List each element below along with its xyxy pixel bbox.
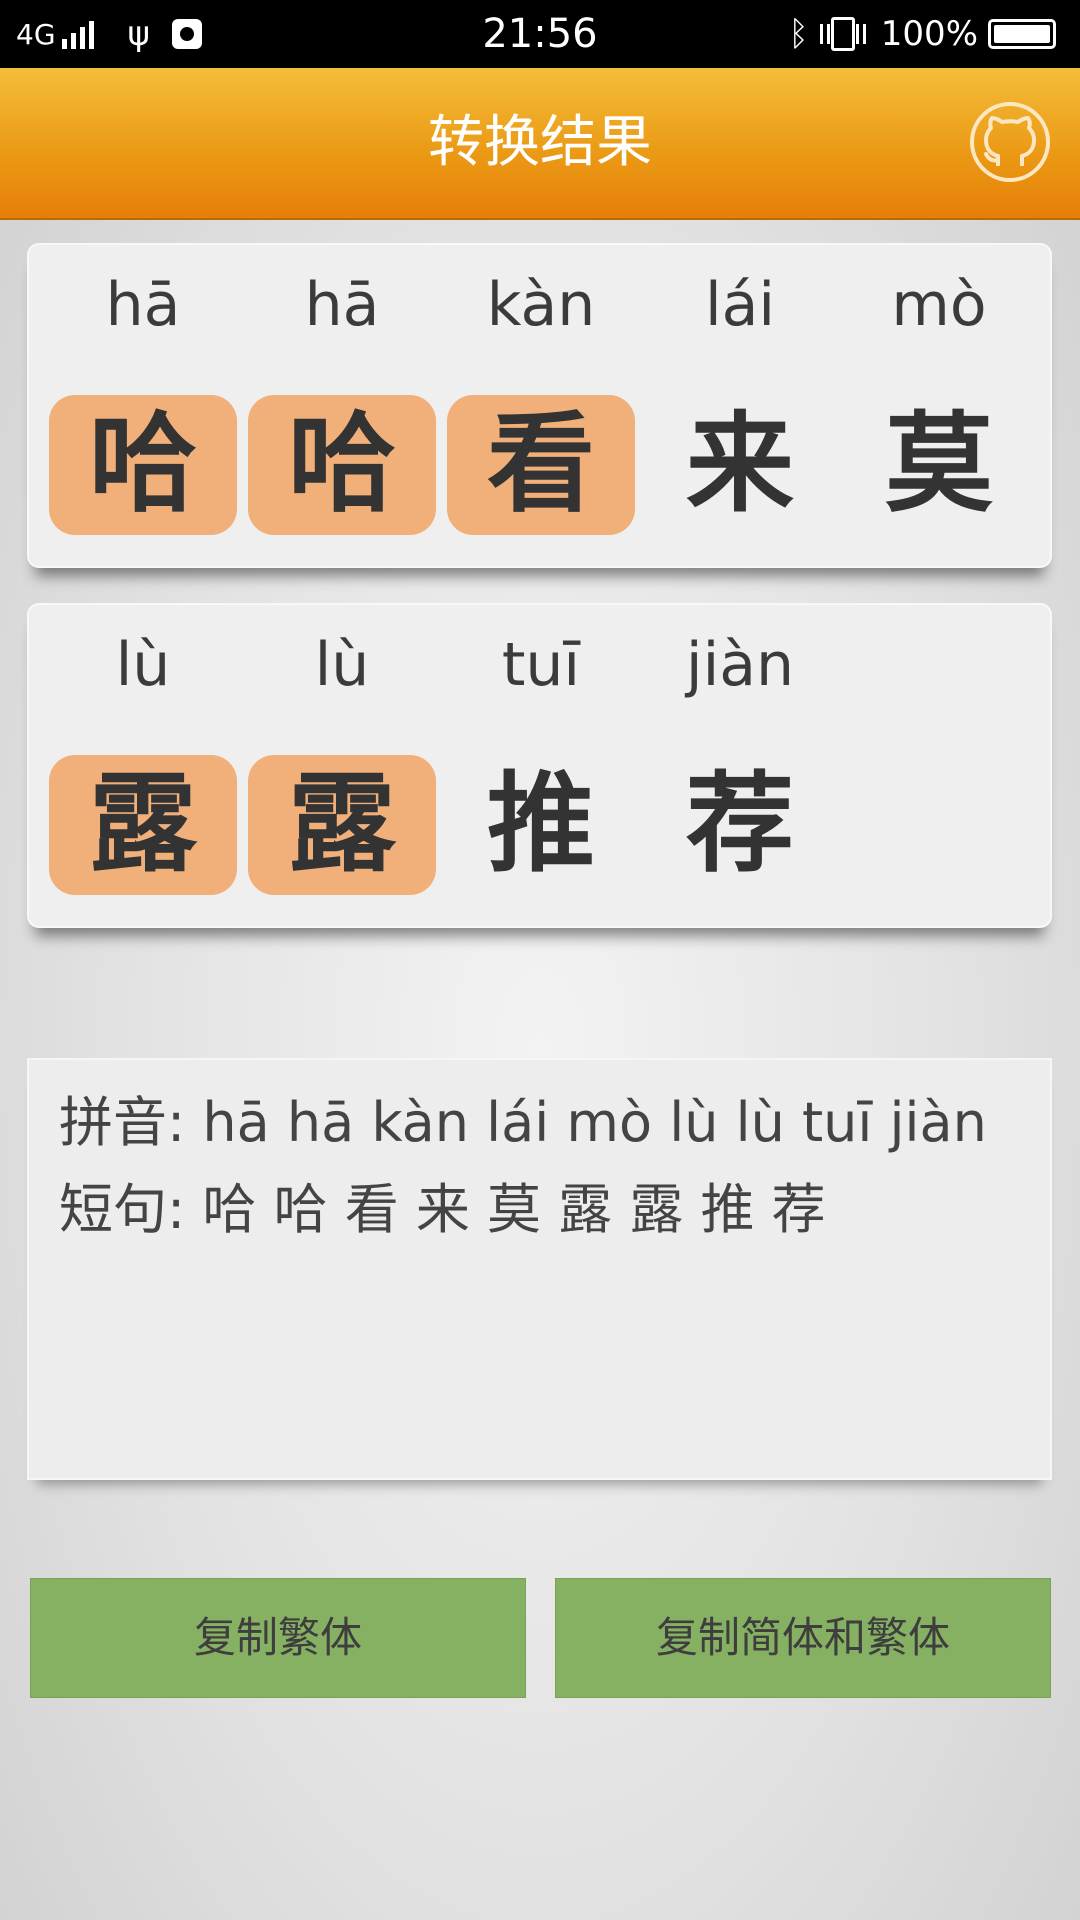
vibrate-icon	[819, 17, 866, 51]
conversion-card-1: hā 哈 hā 哈 kàn 看 lái 来 mò 莫	[27, 243, 1052, 568]
app-header: 转换结果	[0, 68, 1080, 220]
pinyin-label: tuī	[501, 630, 581, 700]
pinyin-label: mò	[891, 270, 987, 340]
hanzi-char[interactable]: 露	[49, 755, 237, 895]
battery-percent: 100%	[880, 14, 978, 54]
hanzi-char[interactable]: 莫	[845, 395, 1033, 535]
pinyin-label: jiàn	[685, 630, 795, 700]
char-cell: hā 哈	[49, 245, 237, 535]
bluetooth-icon: ᛒ	[788, 14, 809, 54]
char-cell: mò 莫	[845, 245, 1033, 527]
pinyin-result-line: 拼音: hā hā kàn lái mò lù lù tuī jiàn	[59, 1091, 987, 1154]
hanzi-char[interactable]: 荐	[646, 755, 834, 895]
hanzi-char[interactable]: 来	[646, 395, 834, 535]
github-icon[interactable]	[968, 100, 1052, 184]
copy-simplified-and-traditional-button[interactable]: 复制简体和繁体	[555, 1578, 1051, 1698]
hanzi-char[interactable]: 哈	[248, 395, 436, 535]
page-title: 转换结果	[428, 110, 652, 175]
hanzi-char[interactable]: 露	[248, 755, 436, 895]
status-bar: 4G ψ 21:56 ᛒ 100%	[0, 0, 1080, 68]
char-cell: tuī 推	[447, 605, 635, 887]
status-bar-right: ᛒ 100%	[788, 14, 1056, 54]
hanzi-char[interactable]: 推	[447, 755, 635, 895]
hanzi-char[interactable]: 哈	[49, 395, 237, 535]
copy-traditional-button[interactable]: 复制繁体	[30, 1578, 526, 1698]
hanzi-char[interactable]: 看	[447, 395, 635, 535]
pinyin-label: lái	[704, 270, 776, 340]
battery-icon	[988, 19, 1056, 49]
pinyin-label: hā	[105, 270, 181, 340]
char-cell: lái 来	[646, 245, 834, 527]
result-textbox[interactable]: 拼音: hā hā kàn lái mò lù lù tuī jiàn 短句: …	[27, 1058, 1052, 1480]
char-cell: lù 露	[49, 605, 237, 895]
pinyin-label: lù	[115, 630, 171, 700]
conversion-card-2: lù 露 lù 露 tuī 推 jiàn 荐	[27, 603, 1052, 928]
char-cell: jiàn 荐	[646, 605, 834, 887]
char-cell: kàn 看	[447, 245, 635, 535]
char-cell: hā 哈	[248, 245, 436, 535]
pinyin-label: lù	[314, 630, 370, 700]
sentence-result-line: 短句: 哈 哈 看 来 莫 露 露 推 荐	[59, 1178, 826, 1241]
char-cell: lù 露	[248, 605, 436, 895]
pinyin-label: hā	[304, 270, 380, 340]
pinyin-label: kàn	[486, 270, 596, 340]
